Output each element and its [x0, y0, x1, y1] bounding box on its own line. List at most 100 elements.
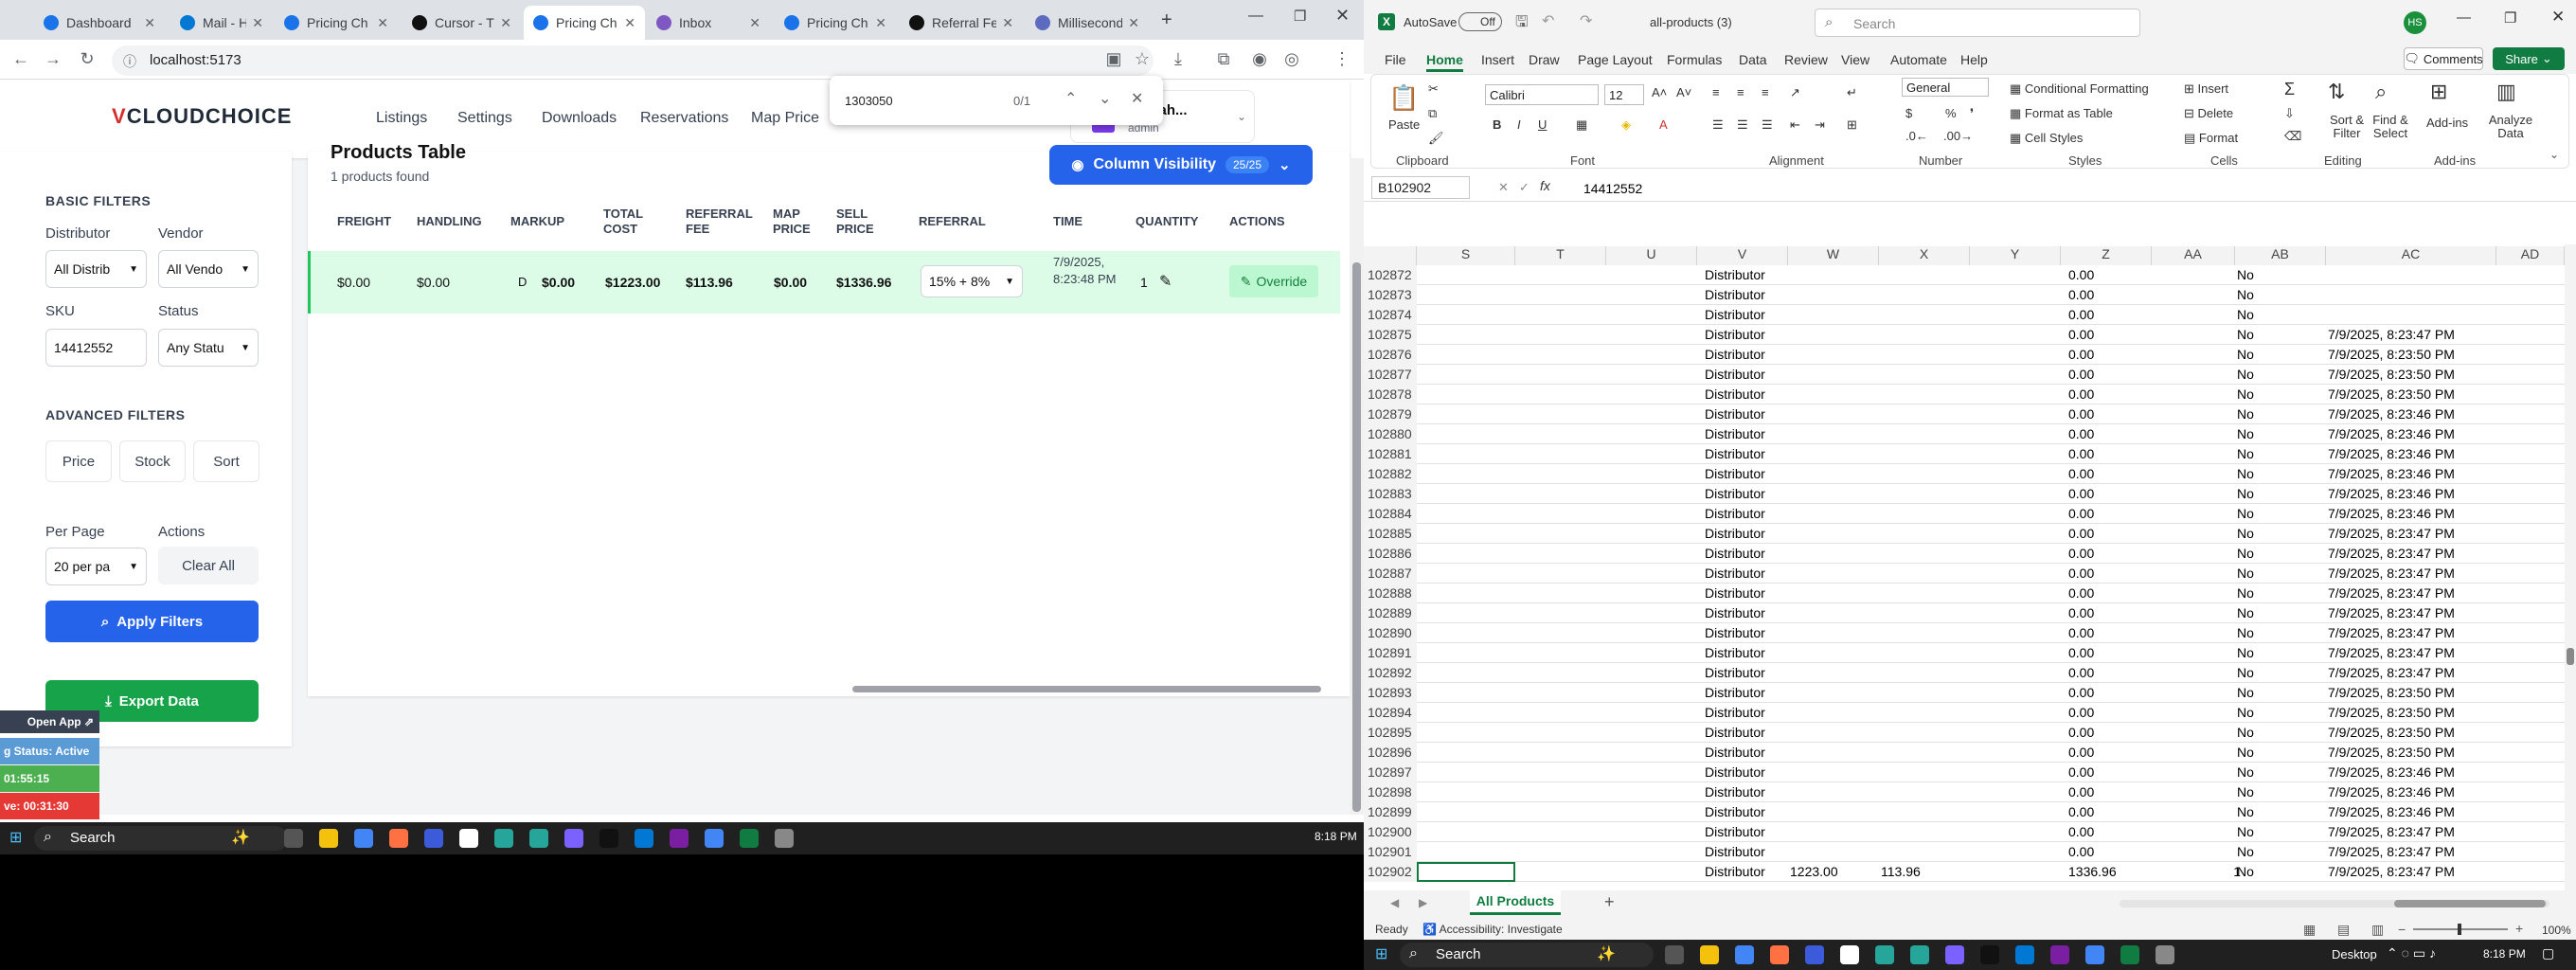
ribbon-tab-automate[interactable]: Automate: [1890, 52, 1947, 67]
header-sell-price[interactable]: SELL PRICE: [836, 207, 884, 237]
column-header-aa[interactable]: AA: [2152, 246, 2235, 265]
address-bar[interactable]: [112, 45, 1154, 76]
sort-filter-button[interactable]: Sort & Filter: [2328, 114, 2366, 140]
increase-font-icon[interactable]: A˄: [1652, 85, 1667, 99]
row-header[interactable]: 102878: [1364, 385, 1417, 404]
fill-color-icon[interactable]: ◈: [1621, 117, 1631, 133]
merge-center-icon[interactable]: ⊞: [1847, 117, 1857, 133]
menu-icon[interactable]: ⋮: [1331, 49, 1353, 69]
taskbar-app-icon[interactable]: [389, 829, 408, 848]
row-header[interactable]: 102902: [1364, 862, 1417, 882]
taskbar-app-icon[interactable]: [529, 829, 548, 848]
tab-8[interactable]: Millisecond ✕: [1026, 6, 1149, 40]
align-middle-icon[interactable]: ≡: [1737, 85, 1744, 99]
row-header[interactable]: 102899: [1364, 802, 1417, 822]
find-select-button[interactable]: Find & Select: [2368, 114, 2413, 140]
align-left-icon[interactable]: ☰: [1712, 117, 1724, 133]
reload-icon[interactable]: ↻: [76, 49, 98, 69]
tab-close-icon[interactable]: ✕: [252, 15, 263, 31]
taskbar-app-icon[interactable]: [424, 829, 443, 848]
clear-icon[interactable]: ⌫: [2284, 129, 2301, 144]
chrome-icon[interactable]: ◉: [1248, 49, 1271, 69]
new-tab-icon[interactable]: +: [1161, 9, 1172, 31]
scroll-thumb[interactable]: [1352, 262, 1361, 812]
font-color-icon[interactable]: A: [1659, 117, 1668, 132]
table-row[interactable]: [1417, 305, 2565, 325]
taskbar-app-icon[interactable]: [1910, 945, 1929, 964]
accessibility-status[interactable]: ♿ Accessibility: Investigate: [1422, 923, 1563, 936]
stock-filter-button[interactable]: Stock: [119, 440, 186, 482]
taskbar-app-icon[interactable]: [2050, 945, 2069, 964]
taskbar-app-icon[interactable]: [775, 829, 794, 848]
row-header[interactable]: 102890: [1364, 623, 1417, 643]
column-header-y[interactable]: Y: [1970, 246, 2061, 265]
tab-7[interactable]: Referral Fe ✕: [900, 6, 1023, 40]
save-icon[interactable]: 🖫: [1515, 11, 1529, 37]
format-painter-icon[interactable]: 🖌: [1428, 131, 1444, 146]
active-cell[interactable]: [1417, 862, 1515, 882]
header-quantity[interactable]: QUANTITY: [1136, 214, 1198, 229]
apply-filters-button[interactable]: ⌕ Apply Filters: [45, 601, 259, 642]
vertical-scrollbar[interactable]: [1350, 158, 1364, 815]
align-top-icon[interactable]: ≡: [1712, 85, 1720, 99]
taskbar-app-icon[interactable]: [459, 829, 478, 848]
increase-decimal-icon[interactable]: .0←: [1905, 129, 1928, 143]
row-header[interactable]: 102889: [1364, 603, 1417, 623]
distributor-select[interactable]: All Distrib ▼: [45, 250, 147, 288]
row-header[interactable]: 102886: [1364, 544, 1417, 564]
download-icon[interactable]: ⤓: [1167, 49, 1190, 69]
taskbar-app-icon[interactable]: [284, 829, 303, 848]
referral-select[interactable]: 15% + 8% ▼: [921, 265, 1023, 297]
page-icon[interactable]: ▣: [1102, 49, 1125, 69]
taskbar-app-icon[interactable]: [1945, 945, 1964, 964]
insert-cells-button[interactable]: ⊞ Insert: [2184, 81, 2228, 97]
page-break-icon[interactable]: ▥: [2371, 922, 2384, 938]
ribbon-tab-formulas[interactable]: Formulas: [1667, 52, 1722, 67]
tab-close-icon[interactable]: ✕: [1128, 15, 1139, 31]
forward-icon[interactable]: →: [42, 49, 64, 69]
tab-0[interactable]: Dashboard ✕: [34, 6, 165, 40]
taskbar-app-icon[interactable]: [1840, 945, 1859, 964]
nav-map-price[interactable]: Map Price: [751, 110, 819, 127]
nav-listings[interactable]: Listings: [376, 110, 427, 127]
header-handling[interactable]: HANDLING: [417, 214, 482, 229]
minimize-icon[interactable]: —: [1248, 8, 1263, 25]
clear-all-button[interactable]: Clear All: [158, 547, 259, 584]
table-row[interactable]: [1417, 285, 2565, 305]
function-icon[interactable]: fx: [1540, 178, 1550, 193]
row-header[interactable]: 102874: [1364, 305, 1417, 325]
taskbar-app-icon[interactable]: [670, 829, 689, 848]
vendor-select[interactable]: All Vendo ▼: [158, 250, 259, 288]
taskbar-app-icon[interactable]: [599, 829, 618, 848]
sort-filter-icon[interactable]: ⇅: [2328, 80, 2345, 104]
taskbar-app-icon[interactable]: [2015, 945, 2034, 964]
taskbar-app-icon[interactable]: [319, 829, 338, 848]
next-sheet-icon[interactable]: ▶: [1419, 896, 1427, 909]
row-header[interactable]: 102892: [1364, 663, 1417, 683]
find-input[interactable]: 1303050: [845, 94, 893, 108]
column-header-ad[interactable]: AD: [2496, 246, 2565, 265]
add-sheet-icon[interactable]: +: [1604, 892, 1615, 912]
paste-icon[interactable]: 📋: [1388, 83, 1419, 113]
excel-vertical-scrollbar[interactable]: [2565, 244, 2576, 890]
row-header[interactable]: 102876: [1364, 345, 1417, 365]
sort-filter-button[interactable]: Sort: [193, 440, 259, 482]
tab-4[interactable]: Pricing Ch ✕: [524, 6, 645, 40]
conditional-formatting-button[interactable]: ▦ Conditional Formatting: [2010, 81, 2149, 97]
override-button[interactable]: ✎ Override: [1229, 265, 1318, 297]
column-header-ac[interactable]: AC: [2326, 246, 2496, 265]
column-header-t[interactable]: T: [1515, 246, 1606, 265]
row-header[interactable]: 102900: [1364, 822, 1417, 842]
percent-icon[interactable]: %: [1945, 106, 1957, 120]
edit-icon[interactable]: ✎: [1159, 272, 1172, 291]
taskbar-app-icon[interactable]: [1665, 945, 1684, 964]
header-map-price[interactable]: MAP PRICE: [773, 207, 820, 237]
column-header-w[interactable]: W: [1788, 246, 1879, 265]
bookmark-star-icon[interactable]: ☆: [1131, 49, 1154, 69]
align-center-icon[interactable]: ☰: [1737, 117, 1748, 133]
status-select[interactable]: Any Statu ▼: [158, 329, 259, 367]
row-header[interactable]: 102881: [1364, 444, 1417, 464]
row-header[interactable]: 102887: [1364, 564, 1417, 584]
delete-cells-button[interactable]: ⊟ Delete: [2184, 106, 2233, 121]
comma-icon[interactable]: ❜: [1970, 106, 1974, 121]
